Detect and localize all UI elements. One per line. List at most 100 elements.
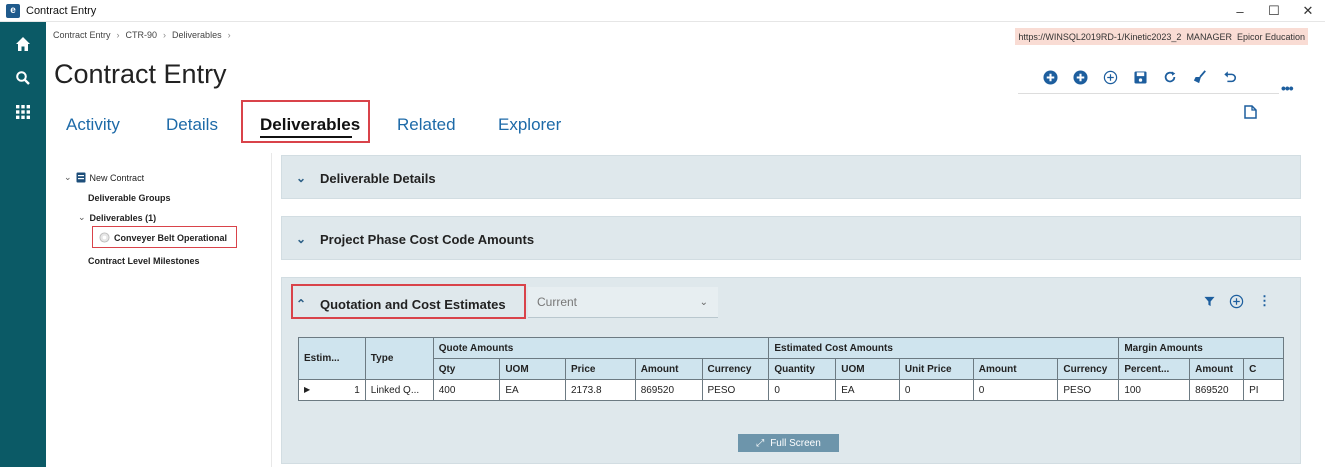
table-cell-qty[interactable]: 400 — [432, 379, 501, 401]
table-cell-cost-amount[interactable]: 0 — [972, 379, 1059, 401]
user-name: MANAGER — [1186, 31, 1232, 42]
column-header-currency[interactable]: Currency — [701, 358, 770, 380]
window-titlebar: e Contract Entry – ☐ ✕ — [0, 0, 1325, 22]
tab-details[interactable]: Details — [166, 105, 218, 145]
panel-title: Project Phase Cost Code Amounts — [320, 231, 535, 247]
table-row[interactable]: ▶ 1 Linked Q... 400 EA 2173.8 869520 PES… — [298, 379, 1284, 401]
active-tab-highlight — [241, 100, 370, 143]
breadcrumb: Contract Entry › CTR-90 › Deliverables › — [53, 30, 231, 40]
chevron-down-icon[interactable]: ⌄ — [296, 171, 308, 185]
column-header-quantity[interactable]: Quantity — [768, 358, 837, 380]
column-header-uom[interactable]: UOM — [499, 358, 566, 380]
table-cell-uom[interactable]: EA — [499, 379, 566, 401]
breadcrumb-item[interactable]: Deliverables — [172, 30, 222, 40]
breadcrumb-item[interactable]: CTR-90 — [126, 30, 158, 40]
panel-title: Deliverable Details — [320, 170, 436, 186]
left-nav-rail — [0, 22, 46, 467]
table-cell-truncated[interactable]: PI — [1243, 379, 1284, 401]
quotation-title-highlight — [291, 284, 526, 319]
column-header-qty[interactable]: Qty — [432, 358, 501, 380]
table-cell-margin-amount[interactable]: 869520 — [1189, 379, 1245, 401]
filter-icon[interactable] — [1204, 296, 1215, 307]
more-options-icon[interactable]: ••• — [1281, 80, 1294, 96]
contract-record-icon — [76, 172, 86, 183]
home-icon[interactable] — [0, 27, 46, 61]
add-new-alt-icon[interactable] — [1065, 67, 1095, 87]
table-cell-cost-uom[interactable]: EA — [835, 379, 900, 401]
tree-item-label: Deliverables (1) — [89, 212, 157, 223]
toolbar-divider — [1018, 93, 1279, 94]
column-header-cost-uom[interactable]: UOM — [835, 358, 900, 380]
tree-item-contract-milestones[interactable]: Contract Level Milestones — [88, 256, 200, 266]
app-logo-icon: e — [6, 3, 20, 18]
column-header-amount[interactable]: Amount — [634, 358, 703, 380]
table-cell-estimate[interactable]: ▶ 1 — [298, 379, 366, 401]
action-toolbar — [1035, 67, 1245, 87]
search-icon[interactable] — [0, 61, 46, 95]
project-phase-panel[interactable]: ⌄ Project Phase Cost Code Amounts — [281, 216, 1301, 260]
table-cell-type[interactable]: Linked Q... — [364, 379, 434, 401]
column-header-cost-currency[interactable]: Currency — [1057, 358, 1120, 380]
table-cell-quantity[interactable]: 0 — [768, 379, 837, 401]
add-outline-icon[interactable] — [1095, 67, 1125, 87]
selected-deliverable-highlight — [92, 226, 237, 248]
column-group-estimated: Estimated Cost Amounts — [768, 337, 1120, 359]
table-cell-currency[interactable]: PESO — [701, 379, 770, 401]
window-title: Contract Entry — [26, 4, 97, 17]
table-cell-percent[interactable]: 100 — [1118, 379, 1191, 401]
column-header-truncated[interactable]: C — [1243, 358, 1284, 380]
window-controls: – ☐ ✕ — [1223, 0, 1325, 22]
refresh-icon[interactable] — [1155, 67, 1185, 87]
full-screen-label: Full Screen — [770, 437, 821, 449]
column-header-cost-amount[interactable]: Amount — [972, 358, 1059, 380]
apps-grid-icon[interactable] — [0, 95, 46, 129]
tree-root-label: New Contract — [89, 172, 145, 183]
grid-toolbar: ⋮ — [1204, 293, 1271, 309]
column-header-margin-amount[interactable]: Amount — [1189, 358, 1245, 380]
column-header-percent[interactable]: Percent... — [1118, 358, 1191, 380]
column-group-quote: Quote Amounts — [432, 337, 770, 359]
clear-broom-icon[interactable] — [1185, 67, 1215, 87]
tree-item-deliverable-groups[interactable]: Deliverable Groups — [88, 193, 171, 203]
row-selector-icon: ▶ — [304, 384, 311, 394]
environment-info: https://WINSQL2019RD-1/Kinetic2023_2 MAN… — [1015, 28, 1308, 45]
tab-explorer[interactable]: Explorer — [498, 105, 561, 145]
page-title: Contract Entry — [54, 59, 227, 89]
column-header-estimate[interactable]: Estim... — [298, 337, 366, 380]
quotation-grid: Estim... Type Quote Amounts Estimated Co… — [298, 337, 1284, 425]
save-icon[interactable] — [1125, 67, 1155, 87]
maximize-button[interactable]: ☐ — [1257, 0, 1291, 22]
add-new-icon[interactable] — [1035, 67, 1065, 87]
table-cell-unit-price[interactable]: 0 — [898, 379, 974, 401]
estimate-filter-select[interactable]: Current ⌄ — [528, 287, 718, 318]
undo-icon[interactable] — [1215, 67, 1245, 87]
column-header-price[interactable]: Price — [564, 358, 636, 380]
tab-related[interactable]: Related — [397, 105, 456, 145]
chevron-down-icon[interactable]: ⌄ — [64, 172, 72, 183]
minimize-button[interactable]: – — [1223, 0, 1257, 22]
close-button[interactable]: ✕ — [1291, 0, 1325, 22]
tree-root[interactable]: ⌄ New Contract — [64, 172, 144, 183]
table-cell-price[interactable]: 2173.8 — [564, 379, 636, 401]
table-cell-cost-currency[interactable]: PESO — [1057, 379, 1120, 401]
breadcrumb-separator: › — [116, 30, 120, 40]
deliverable-details-panel[interactable]: ⌄ Deliverable Details — [281, 155, 1301, 199]
breadcrumb-item[interactable]: Contract Entry — [53, 30, 111, 40]
page-document-icon[interactable] — [1244, 105, 1258, 119]
chevron-down-icon[interactable]: ⌄ — [78, 212, 86, 223]
tree-item-deliverables[interactable]: ⌄ Deliverables (1) — [78, 212, 156, 223]
server-url: https://WINSQL2019RD-1/Kinetic2023_2 — [1018, 31, 1182, 42]
table-cell-amount[interactable]: 869520 — [634, 379, 703, 401]
expand-icon: ⤢ — [756, 437, 765, 449]
column-header-unit-price[interactable]: Unit Price — [898, 358, 974, 380]
breadcrumb-separator: › — [163, 30, 167, 40]
full-screen-button[interactable]: ⤢ Full Screen — [738, 434, 839, 452]
column-header-type[interactable]: Type — [364, 337, 434, 380]
tab-activity[interactable]: Activity — [66, 105, 120, 145]
add-row-icon[interactable] — [1229, 294, 1244, 309]
select-value: Current — [537, 295, 578, 309]
chevron-down-icon: ⌄ — [699, 297, 708, 308]
chevron-down-icon[interactable]: ⌄ — [296, 232, 308, 246]
company-name: Epicor Education — [1236, 31, 1305, 42]
grid-more-icon[interactable]: ⋮ — [1258, 293, 1271, 309]
